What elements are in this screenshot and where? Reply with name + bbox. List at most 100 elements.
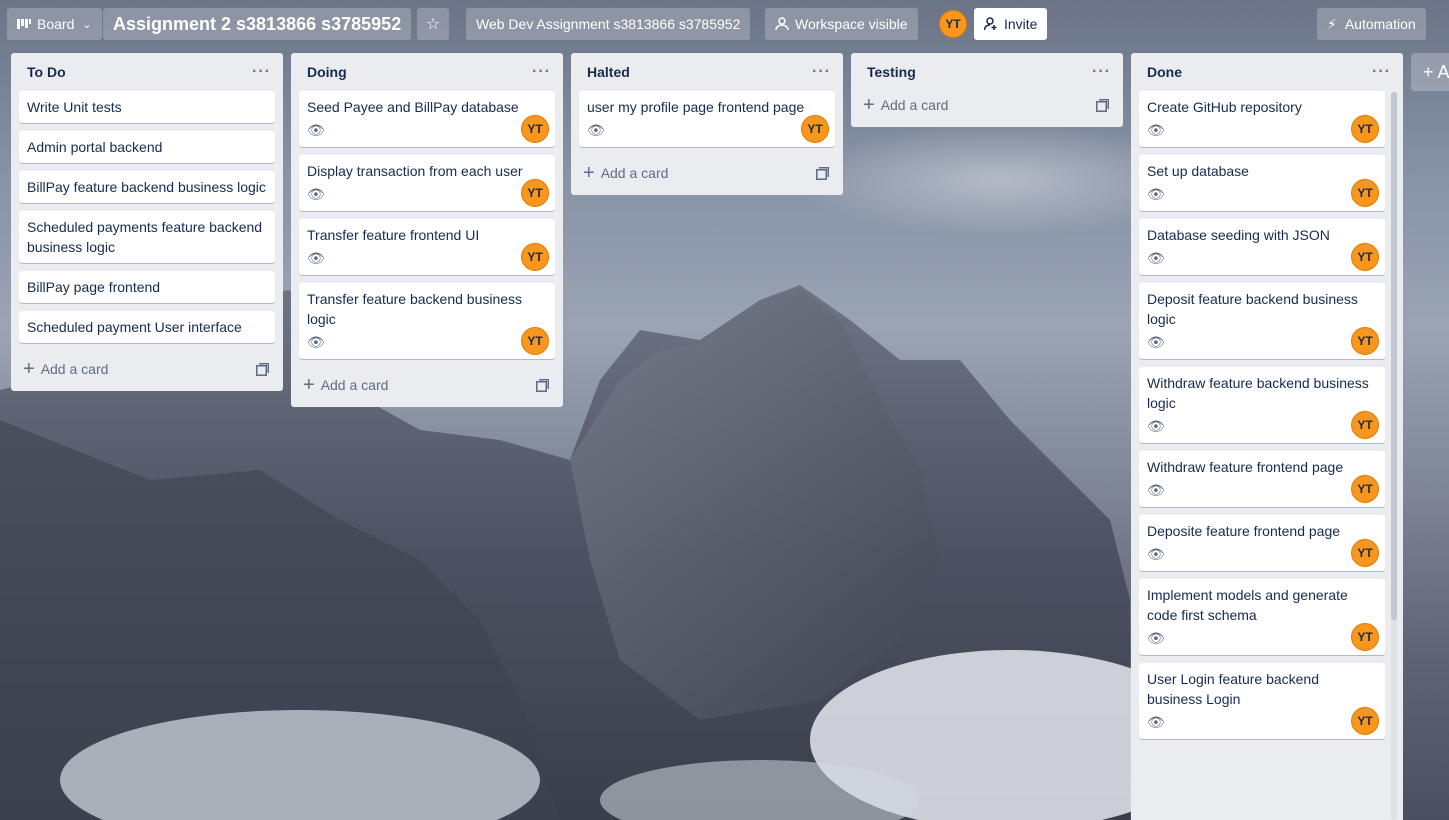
card[interactable]: Create GitHub repository 👁︎ YT: [1139, 91, 1385, 147]
card[interactable]: Deposite feature frontend page 👁︎ YT: [1139, 515, 1385, 571]
card-template-icon[interactable]: [1096, 98, 1109, 112]
eye-icon: 👁︎: [1147, 250, 1165, 266]
board-view-label: Board: [37, 16, 75, 32]
card-title: Database seeding with JSON: [1147, 227, 1330, 243]
board-title[interactable]: Assignment 2 s3813866 s3785952: [103, 8, 412, 40]
add-card-row: + Add a card: [11, 351, 283, 387]
list-menu-icon[interactable]: ···: [1092, 63, 1111, 81]
member-avatar[interactable]: YT: [939, 10, 967, 38]
add-list-button[interactable]: + A: [1411, 53, 1449, 91]
list-menu-icon[interactable]: ···: [1372, 63, 1391, 81]
list-title[interactable]: Halted: [587, 64, 630, 80]
card[interactable]: Admin portal backend: [19, 131, 275, 163]
card-member-avatar[interactable]: YT: [1351, 623, 1379, 651]
automation-button[interactable]: ⚡︎ Automation: [1317, 8, 1426, 40]
list-header: To Do ···: [11, 53, 283, 91]
list-menu-icon[interactable]: ···: [812, 63, 831, 81]
list-menu-icon[interactable]: ···: [252, 63, 271, 81]
list-menu-icon[interactable]: ···: [532, 63, 551, 81]
card-member-avatar[interactable]: YT: [1351, 243, 1379, 271]
card-member-avatar[interactable]: YT: [1351, 327, 1379, 355]
add-card-label: Add a card: [320, 377, 389, 393]
card-template-icon[interactable]: [536, 378, 549, 392]
card-template-icon[interactable]: [256, 362, 269, 376]
plus-icon: +: [863, 94, 875, 116]
add-card-button[interactable]: + Add a card: [863, 94, 949, 116]
eye-icon: 👁︎: [307, 334, 325, 350]
card-title: Deposit feature backend business logic: [1147, 291, 1358, 327]
add-card-button[interactable]: + Add a card: [23, 358, 108, 380]
list-scrollbar-thumb[interactable]: [1391, 92, 1397, 620]
card[interactable]: Transfer feature backend business logic …: [299, 283, 555, 359]
card-title: Scheduled payment User interface: [27, 319, 242, 335]
workspace-button[interactable]: Web Dev Assignment s3813866 s3785952: [466, 8, 751, 40]
card-member-avatar[interactable]: YT: [521, 115, 549, 143]
add-person-icon: [984, 17, 997, 31]
automation-label: Automation: [1344, 16, 1416, 32]
add-card-button[interactable]: + Add a card: [583, 163, 669, 183]
add-card-label: Add a card: [880, 97, 949, 113]
board-view-icon: [17, 19, 31, 29]
card[interactable]: Withdraw feature backend business logic …: [1139, 367, 1385, 443]
card[interactable]: Withdraw feature frontend page 👁︎ YT: [1139, 451, 1385, 507]
eye-icon: 👁︎: [1147, 630, 1165, 646]
list-title[interactable]: To Do: [27, 64, 66, 80]
lightning-icon: ⚡︎: [1327, 15, 1337, 32]
card-title: Deposite feature frontend page: [1147, 523, 1341, 539]
card[interactable]: Scheduled payments feature backend busin…: [19, 211, 275, 263]
list-title[interactable]: Done: [1147, 64, 1182, 80]
list-to-do: To Do ··· Write Unit tests Admin portal …: [11, 53, 283, 391]
star-board-button[interactable]: ☆: [417, 8, 449, 40]
card[interactable]: Set up database 👁︎ YT: [1139, 155, 1385, 211]
invite-label: Invite: [1004, 16, 1038, 32]
card[interactable]: Display transaction from each user 👁︎ YT: [299, 155, 555, 211]
card[interactable]: BillPay page frontend: [19, 271, 275, 303]
card-member-avatar[interactable]: YT: [1351, 475, 1379, 503]
card-title: Write Unit tests: [27, 99, 122, 115]
card-title: BillPay page frontend: [27, 279, 161, 295]
card[interactable]: BillPay feature backend business logic: [19, 171, 275, 203]
card-member-avatar[interactable]: YT: [801, 115, 829, 143]
card-title: Display transaction from each user: [307, 163, 523, 179]
card[interactable]: Implement models and generate code first…: [1139, 579, 1385, 655]
eye-icon: 👁︎: [1147, 334, 1165, 350]
list-title[interactable]: Testing: [867, 64, 916, 80]
card[interactable]: Write Unit tests: [19, 91, 275, 123]
board-view-switcher[interactable]: Board ⌄: [7, 8, 102, 40]
add-card-button[interactable]: + Add a card: [303, 375, 389, 395]
card[interactable]: Transfer feature frontend UI 👁︎ YT: [299, 219, 555, 275]
card-member-avatar[interactable]: YT: [521, 327, 549, 355]
invite-button[interactable]: Invite: [974, 8, 1048, 40]
plus-icon: +: [23, 358, 35, 380]
list-halted: Halted ··· user my profile page frontend…: [571, 53, 843, 195]
card[interactable]: Database seeding with JSON 👁︎ YT: [1139, 219, 1385, 275]
card-title: Create GitHub repository: [1147, 99, 1302, 115]
add-card-label: Add a card: [600, 165, 669, 181]
card-title: Transfer feature frontend UI: [307, 227, 480, 243]
card-member-avatar[interactable]: YT: [1351, 539, 1379, 567]
card-member-avatar[interactable]: YT: [1351, 707, 1379, 735]
card[interactable]: Deposit feature backend business logic 👁…: [1139, 283, 1385, 359]
card-member-avatar[interactable]: YT: [1351, 411, 1379, 439]
list-title[interactable]: Doing: [307, 64, 347, 80]
card-template-icon[interactable]: [816, 166, 829, 180]
add-card-row: + Add a card: [291, 367, 563, 403]
card-member-avatar[interactable]: YT: [1351, 179, 1379, 207]
list-doing: Doing ··· Seed Payee and BillPay databas…: [291, 53, 563, 407]
visibility-button[interactable]: Workspace visible: [765, 8, 918, 40]
card-title: User Login feature backend business Logi…: [1147, 671, 1319, 707]
card-member-avatar[interactable]: YT: [521, 179, 549, 207]
card[interactable]: Seed Payee and BillPay database 👁︎ YT: [299, 91, 555, 147]
card[interactable]: Scheduled payment User interface: [19, 311, 275, 343]
card-member-avatar[interactable]: YT: [521, 243, 549, 271]
eye-icon: 👁︎: [1147, 186, 1165, 202]
list-header: Doing ···: [291, 53, 563, 91]
list-header: Done ···: [1131, 53, 1403, 91]
list-header: Halted ···: [571, 53, 843, 91]
eye-icon: 👁︎: [307, 186, 325, 202]
card[interactable]: User Login feature backend business Logi…: [1139, 663, 1385, 739]
card-title: Set up database: [1147, 163, 1249, 179]
eye-icon: 👁︎: [1147, 418, 1165, 434]
card-member-avatar[interactable]: YT: [1351, 115, 1379, 143]
card[interactable]: user my profile page frontend page 👁︎ YT: [579, 91, 835, 147]
